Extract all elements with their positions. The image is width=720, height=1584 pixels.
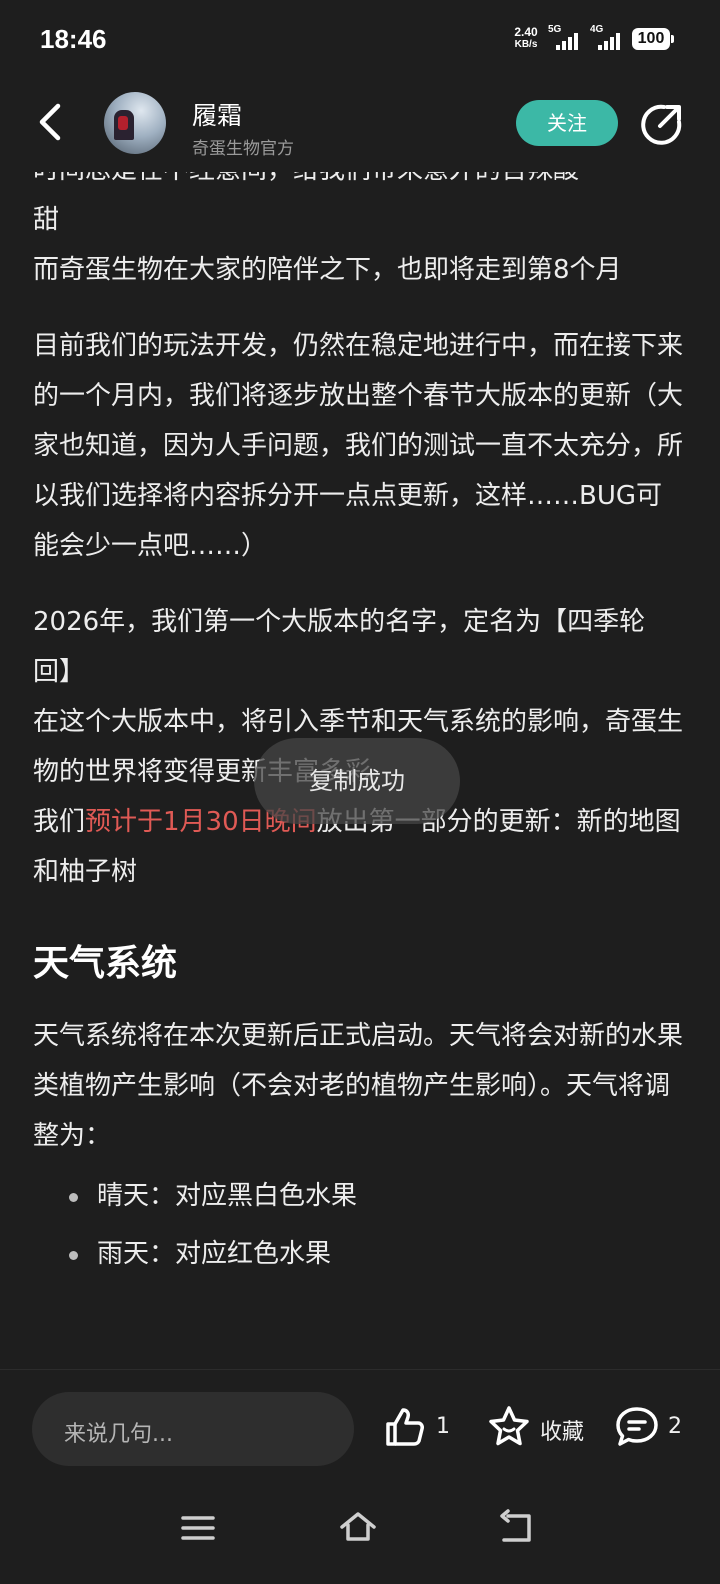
share-icon (641, 104, 682, 145)
network-speed-unit: KB/s (514, 39, 538, 50)
avatar[interactable] (104, 92, 166, 154)
user-name[interactable]: 履霜 (192, 96, 242, 132)
follow-button[interactable]: 关注 (516, 100, 618, 146)
status-bar: 18:46 2.40 KB/s 5G 4G 100 (0, 0, 720, 80)
comment-placeholder: 来说几句... (64, 1422, 173, 1447)
paragraph-end: 甜 (33, 205, 60, 235)
back-arrow-icon (39, 103, 61, 141)
like-count: 1 (436, 1414, 450, 1439)
status-time: 18:46 (40, 24, 107, 54)
bullet-list: 晴天：对应黑白色水果 雨天：对应红色水果 (33, 1167, 683, 1283)
network-speed: 2.40 KB/s (506, 25, 546, 51)
favorite-label: 收藏 (540, 1420, 585, 1445)
signal-sim1: 5G (548, 24, 584, 52)
list-item: 晴天：对应黑白色水果 (33, 1167, 683, 1225)
comment-button[interactable]: 2 (614, 1400, 688, 1456)
user-subtitle: 奇蛋生物官方 (192, 139, 294, 159)
bottom-action-bar: 来说几句... 1 收藏 2 (0, 1369, 720, 1480)
menu-button[interactable] (178, 1508, 218, 1548)
star-icon (489, 1406, 529, 1446)
list-item: 雨天：对应红色水果 (33, 1225, 683, 1283)
network-speed-value: 2.40 (514, 25, 538, 39)
paragraph: 而奇蛋生物在大家的陪伴之下，也即将走到第8个月 (33, 255, 622, 285)
home-icon (340, 1512, 376, 1541)
favorite-button[interactable]: 收藏 (486, 1400, 590, 1456)
like-button[interactable]: 1 (382, 1400, 452, 1456)
comment-bubble-icon (616, 1407, 658, 1446)
top-nav: 履霜 奇蛋生物官方 关注 (0, 80, 720, 172)
section-title: 天气系统 (33, 943, 178, 984)
comment-input[interactable]: 来说几句... (32, 1392, 354, 1466)
system-nav-bar (0, 1480, 720, 1584)
paragraph: 2026年，我们第一个大版本的名字，定名为【四季轮回】 (33, 607, 646, 687)
comment-count: 2 (668, 1414, 682, 1439)
menu-icon (181, 1516, 215, 1540)
paragraph: 目前我们的玩法开发，仍然在稳定地进行中，而在接下来的一个月内，我们将逐步放出整个… (33, 331, 684, 561)
signal-sim2: 4G (590, 24, 626, 52)
back-button[interactable] (30, 100, 74, 144)
paragraph: 天气系统将在本次更新后正式启动。天气将会对新的水果类植物产生影响（不会对老的植物… (33, 1021, 684, 1151)
battery-indicator: 100 (632, 28, 674, 50)
return-button[interactable] (496, 1508, 536, 1548)
share-button[interactable] (640, 102, 684, 146)
home-button[interactable] (338, 1508, 378, 1548)
return-icon (500, 1509, 531, 1542)
toast-message: 复制成功 (254, 738, 460, 824)
thumbs-up-icon (386, 1408, 424, 1446)
signal-bars-icon (598, 30, 626, 50)
signal-bars-icon (556, 30, 584, 50)
